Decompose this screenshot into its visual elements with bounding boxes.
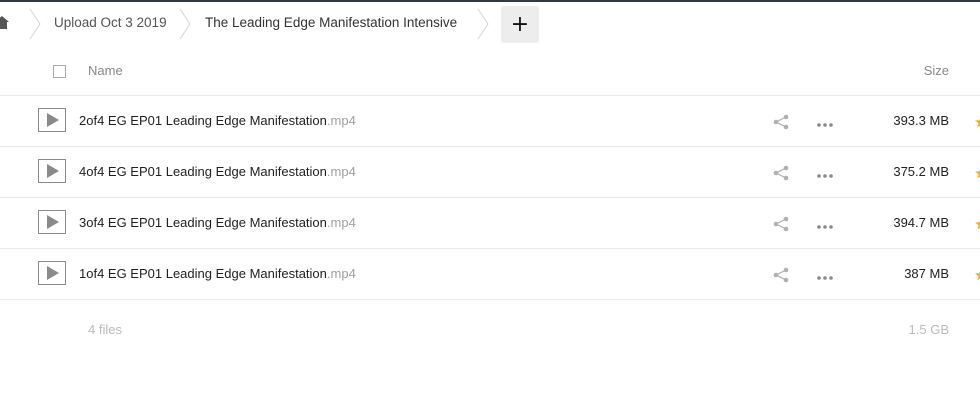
file-size: 375.2 MB	[893, 164, 949, 179]
file-extension: .mp4	[326, 266, 356, 281]
breadcrumb-separator-icon	[178, 8, 192, 40]
more-options-icon[interactable]	[816, 219, 834, 229]
file-extension: .mp4	[326, 164, 356, 179]
file-row[interactable]: 2of4 EG EP01 Leading Edge Manifestation.…	[0, 96, 980, 147]
file-name[interactable]: 4of4 EG EP01 Leading Edge Manifestation.…	[79, 164, 356, 179]
file-row[interactable]: 3of4 EG EP01 Leading Edge Manifestation.…	[0, 198, 980, 249]
file-name[interactable]: 3of4 EG EP01 Leading Edge Manifestation.…	[79, 215, 356, 230]
favorite-star-icon[interactable]	[975, 115, 980, 127]
breadcrumb: Upload Oct 3 2019 The Leading Edge Manif…	[0, 2, 980, 46]
video-play-icon[interactable]	[38, 108, 66, 132]
video-play-icon[interactable]	[38, 210, 66, 234]
file-base-name: 1of4 EG EP01 Leading Edge Manifestation	[79, 266, 327, 281]
file-base-name: 4of4 EG EP01 Leading Edge Manifestation	[79, 164, 327, 179]
file-count-summary: 4 files	[88, 322, 122, 337]
favorite-star-icon[interactable]	[975, 268, 980, 280]
select-all-checkbox[interactable]	[53, 65, 66, 78]
file-size: 394.7 MB	[893, 215, 949, 230]
breadcrumb-separator-icon	[28, 8, 42, 40]
favorite-star-icon[interactable]	[975, 217, 980, 229]
breadcrumb-separator-icon	[476, 8, 490, 40]
breadcrumb-item-upload[interactable]: Upload Oct 3 2019	[54, 15, 167, 30]
file-row[interactable]: 4of4 EG EP01 Leading Edge Manifestation.…	[0, 147, 980, 198]
name-column-header[interactable]: Name	[88, 63, 123, 78]
more-options-icon[interactable]	[816, 270, 834, 280]
plus-icon: +	[510, 11, 530, 37]
file-name[interactable]: 2of4 EG EP01 Leading Edge Manifestation.…	[79, 113, 356, 128]
total-size-summary: 1.5 GB	[908, 322, 949, 337]
file-base-name: 2of4 EG EP01 Leading Edge Manifestation	[79, 113, 327, 128]
share-icon[interactable]	[772, 216, 790, 232]
file-size: 393.3 MB	[893, 113, 949, 128]
file-row[interactable]: 1of4 EG EP01 Leading Edge Manifestation.…	[0, 249, 980, 300]
file-base-name: 3of4 EG EP01 Leading Edge Manifestation	[79, 215, 327, 230]
video-play-icon[interactable]	[38, 159, 66, 183]
file-size: 387 MB	[904, 266, 949, 281]
add-new-button[interactable]: +	[501, 6, 539, 43]
favorite-star-icon[interactable]	[975, 166, 980, 178]
more-options-icon[interactable]	[816, 117, 834, 127]
file-name[interactable]: 1of4 EG EP01 Leading Edge Manifestation.…	[79, 266, 356, 281]
file-extension: .mp4	[326, 215, 356, 230]
size-column-header[interactable]: Size	[924, 63, 949, 78]
video-play-icon[interactable]	[38, 261, 66, 285]
share-icon[interactable]	[772, 267, 790, 283]
breadcrumb-item-current-folder[interactable]: The Leading Edge Manifestation Intensive	[205, 15, 457, 30]
file-extension: .mp4	[326, 113, 356, 128]
more-options-icon[interactable]	[816, 168, 834, 178]
file-list-header: Name Size	[0, 46, 980, 96]
home-icon[interactable]	[0, 14, 10, 30]
share-icon[interactable]	[772, 114, 790, 130]
share-icon[interactable]	[772, 165, 790, 181]
